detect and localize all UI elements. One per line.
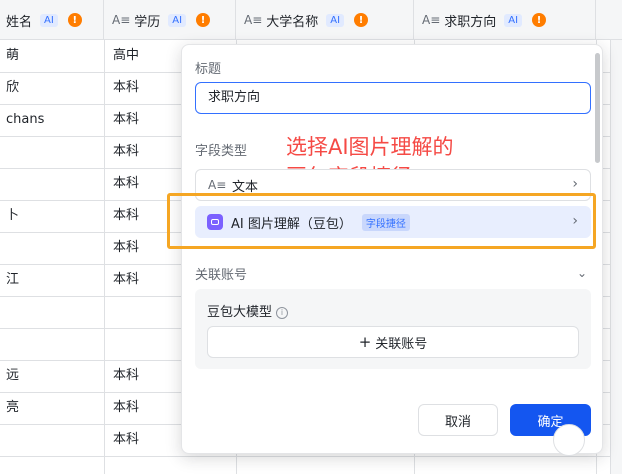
ai-badge: AI [40, 13, 58, 27]
column-name: 姓名 [6, 14, 33, 30]
table-cell-name[interactable]: chans [6, 104, 102, 136]
model-name: 豆包大模型 [207, 305, 273, 320]
column-divider [104, 40, 105, 474]
ai-badge: AI [326, 13, 345, 27]
link-account-button[interactable]: + 关联账号 [207, 326, 579, 358]
table-cell-name[interactable] [6, 296, 102, 328]
linked-account-label: 关联账号 [195, 267, 248, 283]
column-header-job-direction[interactable]: A≡ 求职方向 AI ! [414, 0, 596, 40]
ai-badge: AI [168, 13, 187, 27]
table-cell-name[interactable]: 远 [6, 360, 102, 392]
field-settings-panel: 标题 求职方向 字段类型 选择AI图片理解的 豆包字段捷径 A≡ 文本 › AI… [181, 44, 603, 454]
cancel-button[interactable]: 取消 [418, 404, 498, 436]
plus-icon: + [358, 333, 372, 351]
column-name: 求职方向 [444, 14, 497, 30]
highlight-box [167, 193, 596, 249]
model-account-box: 豆包大模型 i + 关联账号 [195, 289, 591, 369]
chevron-right-icon: › [572, 176, 578, 192]
title-label: 标题 [195, 62, 222, 77]
table-cell-name[interactable] [6, 136, 102, 168]
linked-account-section-header[interactable]: 关联账号 ⌄ [195, 261, 591, 285]
warning-icon: ! [354, 13, 369, 27]
floating-action-button[interactable] [553, 424, 585, 456]
text-type-icon: A≡ [244, 13, 263, 27]
table-cell-name[interactable] [6, 232, 102, 264]
info-icon[interactable]: i [276, 306, 289, 319]
table-cell-name[interactable] [6, 424, 102, 456]
column-name: 大学名称 [266, 14, 319, 30]
panel-scrollbar[interactable] [595, 53, 600, 163]
warning-icon: ! [67, 13, 82, 27]
column-header-university[interactable]: A≡ 大学名称 AI ! [236, 0, 414, 40]
warning-icon: ! [532, 13, 547, 27]
column-name: 学历 [134, 14, 161, 30]
table-cell-name[interactable]: 江 [6, 264, 102, 296]
column-header-education[interactable]: A≡ 学历 AI ! [104, 0, 236, 40]
table-header: 姓名 AI ! A≡ 学历 AI ! A≡ 大学名称 AI ! A≡ 求职方向 … [0, 0, 622, 40]
text-type-icon: A≡ [422, 13, 441, 27]
table-cell-name[interactable] [6, 328, 102, 360]
ai-badge: AI [504, 13, 523, 27]
table-cell-name[interactable]: 欣 [6, 72, 102, 104]
table-cell-name[interactable]: 亮 [6, 392, 102, 424]
row-divider [0, 456, 622, 457]
table-cell-name[interactable] [6, 168, 102, 200]
link-account-label: 关联账号 [375, 336, 428, 352]
title-input[interactable]: 求职方向 [195, 82, 591, 114]
model-label: 豆包大模型 i [207, 301, 289, 320]
field-type-label: 字段类型 [195, 144, 248, 159]
text-type-icon: A≡ [208, 178, 227, 192]
annotation-line: 选择AI图片理解的 [286, 135, 454, 159]
column-header-name[interactable]: 姓名 AI ! [0, 0, 104, 40]
table-scrollbar[interactable] [610, 40, 622, 474]
option-label: 文本 [232, 179, 259, 195]
chevron-down-icon: ⌄ [576, 266, 587, 280]
table-cell-name[interactable]: 卜 [6, 200, 102, 232]
table-cell-name[interactable]: 萌 [6, 40, 102, 72]
warning-icon: ! [196, 13, 211, 27]
text-type-icon: A≡ [112, 13, 131, 27]
